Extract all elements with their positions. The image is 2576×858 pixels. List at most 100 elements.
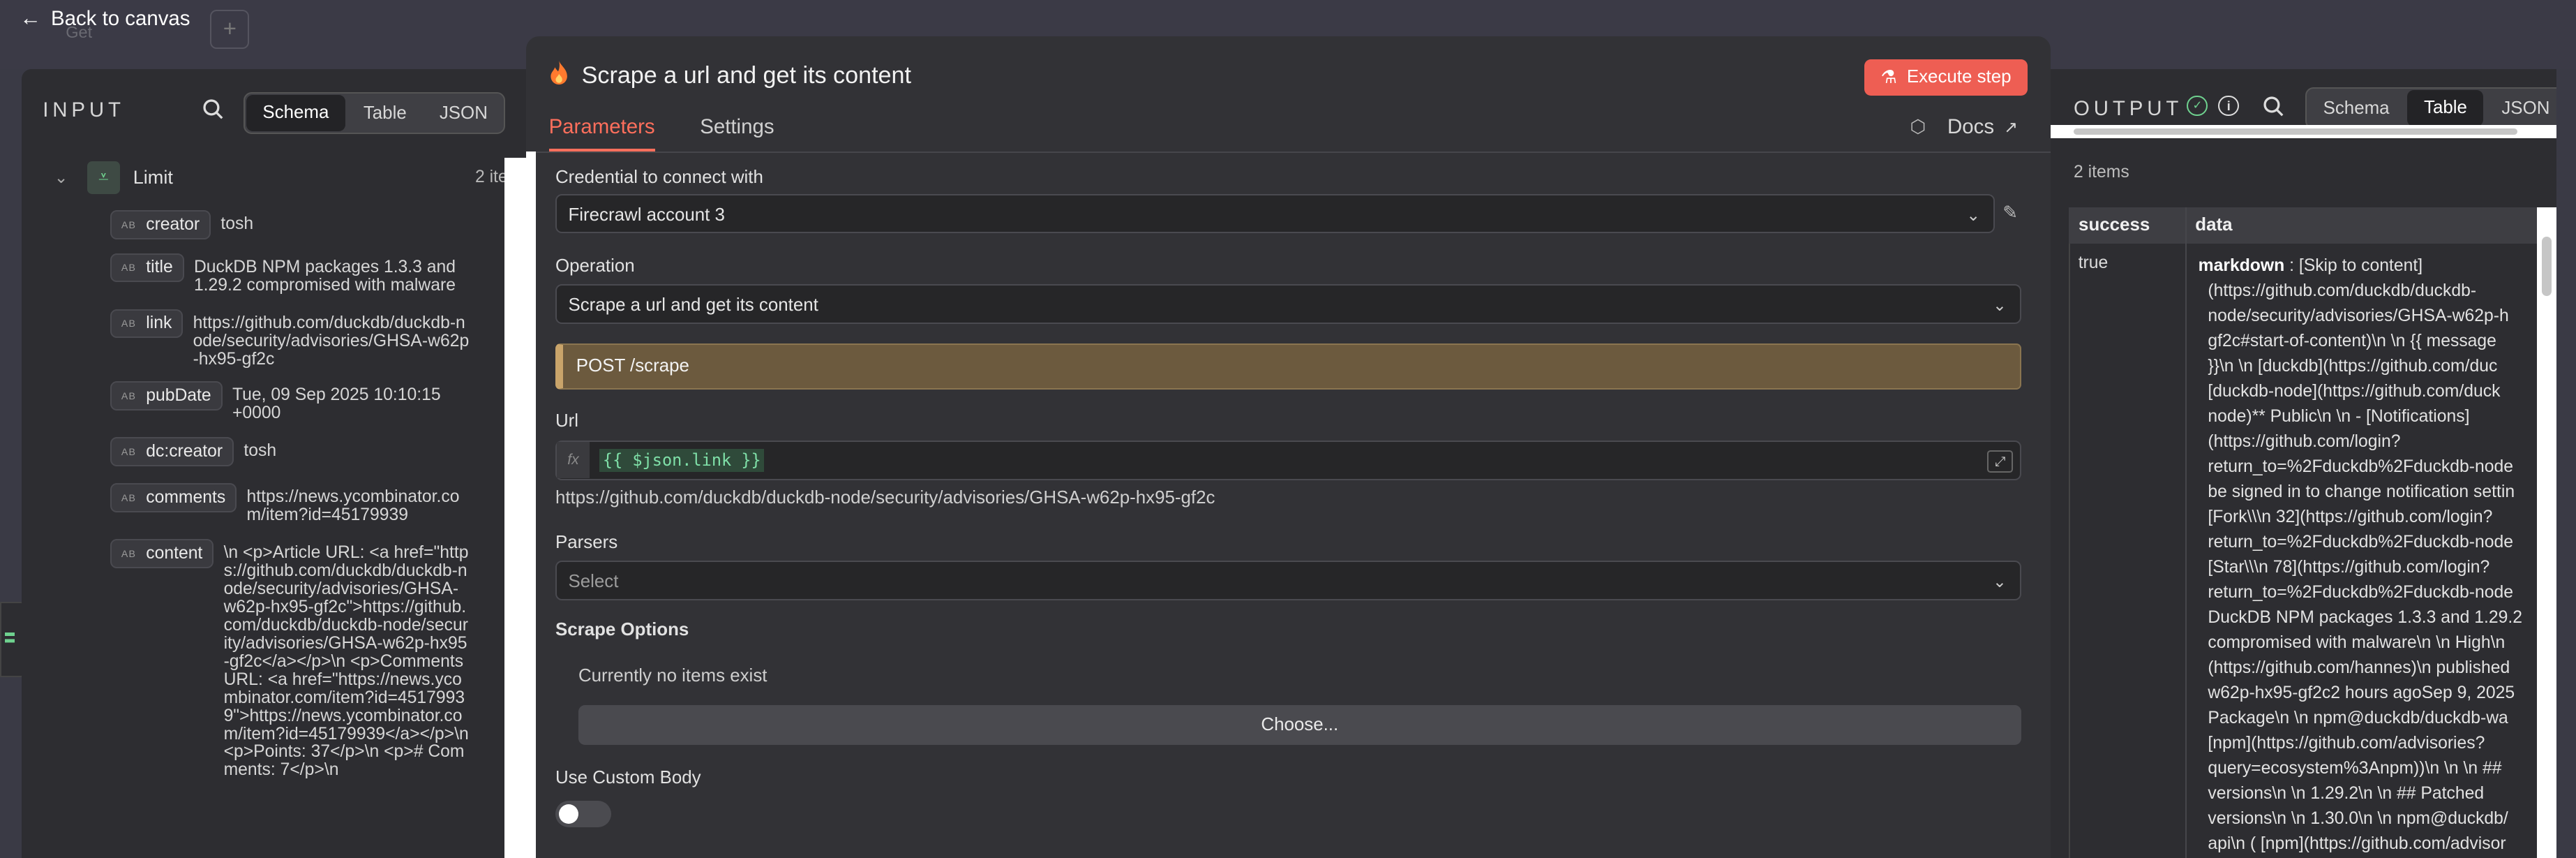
choose-option-button[interactable]: Choose... (578, 705, 2021, 745)
execute-step-button[interactable]: ⚗ Execute step (1864, 59, 2028, 96)
field-value: https://news.ycombinator.com/item?id=451… (246, 487, 460, 525)
expand-editor-icon[interactable]: ⤢ (1987, 450, 2014, 473)
no-items-text: Currently no items exist (578, 665, 767, 686)
field-value: Tue, 09 Sep 2025 10:10:15 +0000 (232, 385, 441, 423)
url-expression[interactable]: {{ $json.link }} (599, 448, 765, 472)
output-horizontal-scrollbar[interactable] (2051, 124, 2557, 138)
field-key: link (146, 313, 172, 333)
field-value: https://github.com/duckdb/duckdb-node/se… (193, 313, 470, 369)
docs-link[interactable]: Docs ↗ (1947, 115, 2018, 139)
operation-value: Scrape a url and get its content (568, 295, 818, 316)
string-type-icon: AB (121, 548, 137, 560)
column-divider (2185, 207, 2187, 858)
custom-body-toggle[interactable] (555, 800, 612, 827)
canvas-add-icon: + (210, 10, 250, 49)
schema-field-dc-creator[interactable]: AB dc:creator tosh (110, 437, 441, 466)
toggle-knob (558, 804, 578, 824)
field-value: \n <p>Article URL: <a href="https://gith… (223, 543, 469, 780)
credential-label: Credential to connect with (555, 168, 763, 188)
scrape-options-label: Scrape Options (555, 619, 689, 639)
field-key-pill[interactable]: AB pubDate (110, 381, 223, 410)
field-key-pill[interactable]: AB link (110, 309, 184, 339)
field-key-pill[interactable]: AB creator (110, 210, 211, 239)
string-type-icon: AB (121, 390, 137, 402)
input-view-schema[interactable]: Schema (246, 95, 345, 132)
operation-label: Operation (555, 256, 635, 276)
input-view-table[interactable]: Table (347, 94, 423, 133)
column-header-data: data (2195, 215, 2233, 235)
field-key: dc:creator (146, 442, 223, 461)
input-title: INPUT (43, 98, 125, 122)
output-vertical-scrollbar[interactable] (2537, 207, 2557, 858)
custom-body-label: Use Custom Body (555, 767, 701, 787)
flask-icon: ⚗ (1880, 67, 1897, 87)
schema-field-content[interactable]: AB content \n <p>Article URL: <a href="ht… (110, 539, 470, 779)
search-icon[interactable] (202, 98, 224, 126)
schema-field-pubdate[interactable]: AB pubDate Tue, 09 Sep 2025 10:10:15 +000… (110, 381, 463, 422)
schema-field-comments[interactable]: AB comments https://news.ycombinator.com/… (110, 483, 470, 524)
output-view-toggle: Schema Table JSON (2305, 87, 2557, 130)
chevron-down-icon: ⌄ (1966, 205, 1981, 224)
input-panel: INPUT Schema Table JSON ⌄ ⩡ Limit 2 item… (21, 68, 527, 858)
output-view-table[interactable]: Table (2407, 90, 2484, 126)
input-scrollbar[interactable] (504, 158, 526, 858)
input-view-toggle: Schema Table JSON (243, 91, 506, 135)
cube-icon[interactable]: ⬡ (1910, 117, 1926, 138)
credential-select[interactable]: Firecrawl account 3 ⌄ (555, 193, 1995, 234)
tab-settings[interactable]: Settings (700, 115, 774, 149)
field-value: tosh (220, 214, 254, 234)
string-type-icon: AB (121, 262, 137, 274)
cell-data: markdown : [Skip to content] (https://gi… (2199, 253, 2557, 857)
parsers-select[interactable]: Select ⌄ (555, 561, 2021, 600)
firecrawl-flame-icon (549, 61, 569, 91)
field-value: DuckDB NPM packages 1.3.3 and 1.29.2 com… (193, 257, 456, 295)
output-item-count: 2 items (2074, 163, 2129, 182)
output-view-json[interactable]: JSON (2485, 89, 2557, 128)
operation-select[interactable]: Scrape a url and get its content ⌄ (555, 284, 2021, 324)
schema-field-creator[interactable]: AB creator tosh (110, 210, 467, 239)
field-key-pill[interactable]: AB dc:creator (110, 437, 234, 466)
table-row: true markdown : [Skip to content] (https… (2068, 207, 2557, 858)
field-key: creator (146, 215, 200, 235)
output-panel: OUTPUT ✓ i Schema Table JSON 2 items suc… (2051, 68, 2557, 858)
parsers-label: Parsers (555, 533, 618, 552)
data-key: markdown (2198, 256, 2285, 275)
cell-success: true (2078, 253, 2109, 272)
url-label: Url (555, 410, 579, 431)
node-settings-modal: Scrape a url and get its content ⚗ Execu… (525, 36, 2051, 858)
field-key: pubDate (146, 386, 211, 406)
back-to-canvas-label: Back to canvas (50, 6, 190, 30)
schema-field-link[interactable]: AB link https://github.com/duckdb/duckdb-… (110, 309, 472, 369)
node-tabs: Parameters Settings ⬡ Docs ↗ (525, 108, 2051, 153)
docs-label: Docs (1947, 114, 1995, 138)
node-tree-header[interactable]: ⌄ ⩡ Limit 2 items (54, 158, 527, 198)
tab-parameters[interactable]: Parameters (548, 115, 655, 151)
execute-step-label: Execute step (1906, 67, 2012, 87)
string-type-icon: AB (121, 492, 137, 504)
info-icon[interactable]: i (2218, 95, 2240, 117)
node-title: Scrape a url and get its content (549, 61, 911, 91)
output-view-schema[interactable]: Schema (2307, 89, 2406, 128)
field-key: comments (146, 488, 226, 508)
parsers-placeholder: Select (568, 572, 619, 592)
chevron-down-icon: ⌄ (1993, 572, 2007, 591)
modal-scrollbar[interactable] (525, 151, 536, 858)
data-value: : [Skip to content] (https://github.com/… (2208, 256, 2523, 854)
back-to-canvas-link[interactable]: ← Back to canvas (20, 6, 190, 31)
field-key-pill[interactable]: AB title (110, 253, 184, 283)
field-key-pill[interactable]: AB comments (110, 483, 237, 512)
field-value: tosh (244, 441, 277, 461)
url-resolved-preview: https://github.com/duckdb/duckdb-node/se… (555, 488, 1215, 508)
column-header-success: success (2079, 215, 2150, 235)
url-expression-input[interactable]: fx {{ $json.link }} ⤢ (555, 441, 2021, 480)
node-title-text: Scrape a url and get its content (581, 62, 911, 89)
limit-node-icon: ⩡ (87, 161, 120, 194)
output-table-header: success data (2068, 207, 2557, 244)
chevron-down-icon[interactable]: ⌄ (54, 168, 77, 187)
output-title: OUTPUT (2074, 96, 2183, 120)
edit-credential-icon[interactable]: ✎ (2002, 202, 2018, 223)
schema-field-title[interactable]: AB title DuckDB NPM packages 1.3.3 and 1.… (110, 253, 474, 295)
input-view-json[interactable]: JSON (423, 94, 504, 133)
search-icon[interactable] (2263, 96, 2284, 123)
field-key-pill[interactable]: AB content (110, 539, 214, 568)
